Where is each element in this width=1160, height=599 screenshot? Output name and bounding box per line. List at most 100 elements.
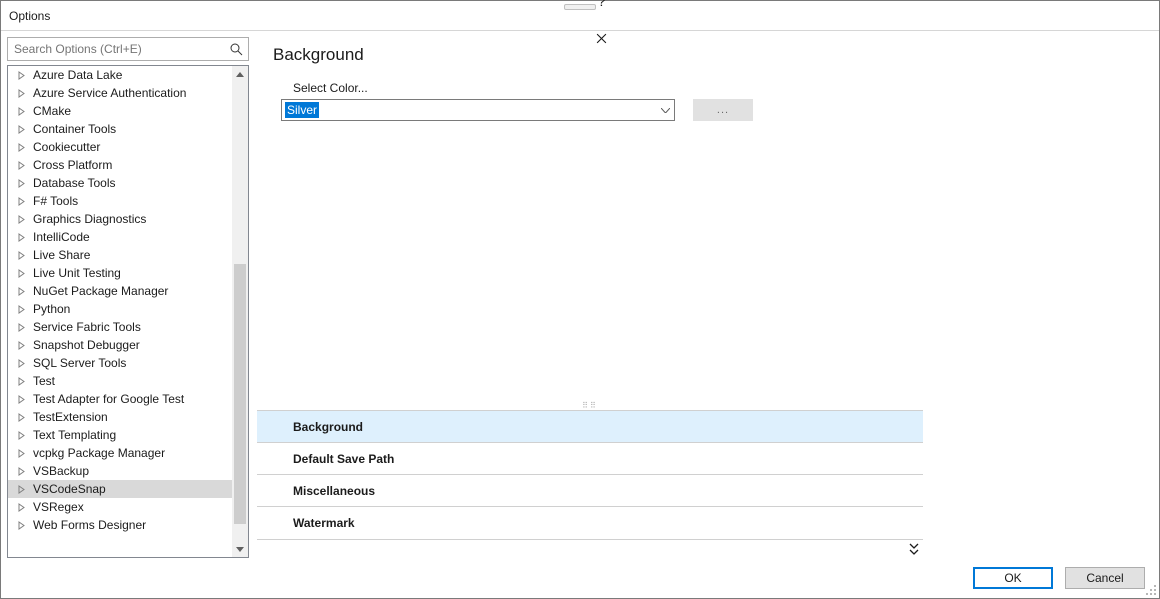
expand-icon[interactable]: [16, 358, 27, 369]
tree-item-label: vcpkg Package Manager: [33, 446, 165, 460]
overflow-indicator[interactable]: [257, 540, 1153, 558]
tree-item[interactable]: NuGet Package Manager: [8, 282, 232, 300]
right-panel: Background Select Color... Silver ... ⠿⠿…: [257, 37, 1153, 558]
tree-item[interactable]: F# Tools: [8, 192, 232, 210]
tree-item-label: NuGet Package Manager: [33, 284, 168, 298]
tree-item[interactable]: Cross Platform: [8, 156, 232, 174]
expand-icon[interactable]: [16, 304, 27, 315]
dialog-footer: OK Cancel: [1, 558, 1159, 598]
expand-icon[interactable]: [16, 142, 27, 153]
tree-item-label: CMake: [33, 104, 71, 118]
expand-icon[interactable]: [16, 232, 27, 243]
tree-item-label: VSRegex: [33, 500, 84, 514]
tree-item[interactable]: Python: [8, 300, 232, 318]
ok-button[interactable]: OK: [973, 567, 1053, 589]
tree-item[interactable]: TestExtension: [8, 408, 232, 426]
expand-icon[interactable]: [16, 268, 27, 279]
expand-icon[interactable]: [16, 466, 27, 477]
left-panel: Azure Data Lake Azure Service Authenticat…: [7, 37, 249, 558]
tree-item-label: Azure Service Authentication: [33, 86, 186, 100]
scroll-up-icon[interactable]: [232, 66, 248, 82]
tree-item[interactable]: Test Adapter for Google Test: [8, 390, 232, 408]
tree-item[interactable]: CMake: [8, 102, 232, 120]
tree-item-label: Python: [33, 302, 70, 316]
tree-item-label: Test: [33, 374, 55, 388]
expand-icon[interactable]: [16, 520, 27, 531]
expand-icon[interactable]: [16, 160, 27, 171]
expand-icon[interactable]: [16, 340, 27, 351]
expand-icon[interactable]: [16, 484, 27, 495]
category-row[interactable]: Miscellaneous: [257, 475, 923, 507]
expand-icon[interactable]: [16, 376, 27, 387]
tree-item[interactable]: Service Fabric Tools: [8, 318, 232, 336]
expand-icon[interactable]: [16, 124, 27, 135]
expand-icon[interactable]: [16, 88, 27, 99]
tree-item[interactable]: Graphics Diagnostics: [8, 210, 232, 228]
options-dialog: Options ? Azure Data LakeAzure Service A…: [0, 0, 1160, 599]
expand-icon[interactable]: [16, 502, 27, 513]
scroll-down-icon[interactable]: [232, 541, 248, 557]
expand-icon[interactable]: [16, 448, 27, 459]
tree-item[interactable]: Snapshot Debugger: [8, 336, 232, 354]
select-color-label: Select Color...: [257, 81, 1153, 95]
tree-item[interactable]: Test: [8, 372, 232, 390]
category-row[interactable]: Watermark: [257, 507, 923, 539]
tree-item-label: Cross Platform: [33, 158, 112, 172]
color-picker-button[interactable]: ...: [693, 99, 753, 121]
expand-icon[interactable]: [16, 412, 27, 423]
tree-item-label: Live Share: [33, 248, 90, 262]
tree-item-label: Cookiecutter: [33, 140, 100, 154]
tree-item[interactable]: Container Tools: [8, 120, 232, 138]
tree-item-label: Service Fabric Tools: [33, 320, 141, 334]
options-tree: Azure Data Lake Azure Service Authenticat…: [7, 65, 249, 558]
expand-icon[interactable]: [16, 196, 27, 207]
tree-item[interactable]: Azure Data Lake: [8, 66, 232, 84]
color-dropdown[interactable]: Silver: [281, 99, 675, 121]
window-title: Options: [9, 9, 50, 23]
category-list: BackgroundDefault Save PathMiscellaneous…: [257, 410, 923, 540]
tree-item-label: Azure Data Lake: [33, 68, 122, 82]
tree-item[interactable]: Web Forms Designer: [8, 516, 232, 534]
expand-icon[interactable]: [16, 286, 27, 297]
tree-item[interactable]: VSBackup: [8, 462, 232, 480]
tree-item[interactable]: vcpkg Package Manager: [8, 444, 232, 462]
expand-icon[interactable]: [16, 106, 27, 117]
tree-item[interactable]: Database Tools: [8, 174, 232, 192]
tree-item[interactable]: Cookiecutter: [8, 138, 232, 156]
category-row[interactable]: Default Save Path: [257, 443, 923, 475]
expand-icon[interactable]: [16, 178, 27, 189]
tree-item[interactable]: Text Templating: [8, 426, 232, 444]
tree-item-label: Live Unit Testing: [33, 266, 121, 280]
close-icon[interactable]: [590, 27, 614, 51]
tree-item-label: SQL Server Tools: [33, 356, 126, 370]
tree-item[interactable]: Azure Service Authentication: [8, 84, 232, 102]
tree-item[interactable]: SQL Server Tools: [8, 354, 232, 372]
tree-item-label: F# Tools: [33, 194, 78, 208]
tree-item[interactable]: Live Unit Testing: [8, 264, 232, 282]
category-row[interactable]: Background: [257, 411, 923, 443]
expand-icon[interactable]: [16, 250, 27, 261]
tree-item[interactable]: VSCodeSnap: [8, 480, 232, 498]
expand-icon[interactable]: [16, 394, 27, 405]
tree-item-label: Web Forms Designer: [33, 518, 146, 532]
tree-item[interactable]: VSRegex: [8, 498, 232, 516]
resize-grip-icon[interactable]: [1143, 582, 1157, 596]
expand-icon[interactable]: [16, 70, 27, 81]
expand-icon[interactable]: [16, 214, 27, 225]
expand-icon[interactable]: [16, 322, 27, 333]
splitter-grip[interactable]: ⠿⠿: [257, 400, 923, 410]
cancel-button[interactable]: Cancel: [1065, 567, 1145, 589]
expand-icon[interactable]: [16, 430, 27, 441]
tree-item[interactable]: IntelliCode: [8, 228, 232, 246]
tree-item[interactable]: Live Share: [8, 246, 232, 264]
tree-item-label: Text Templating: [33, 428, 116, 442]
tree-item-label: Test Adapter for Google Test: [33, 392, 184, 406]
chevron-down-icon: [656, 100, 674, 120]
tree-scrollbar[interactable]: [232, 66, 248, 557]
tree-item-label: Database Tools: [33, 176, 116, 190]
tree-item-label: Container Tools: [33, 122, 116, 136]
tree-item-label: VSCodeSnap: [33, 482, 106, 496]
scroll-thumb[interactable]: [234, 264, 246, 524]
tree-item-label: TestExtension: [33, 410, 108, 424]
dropdown-value: Silver: [285, 102, 319, 118]
